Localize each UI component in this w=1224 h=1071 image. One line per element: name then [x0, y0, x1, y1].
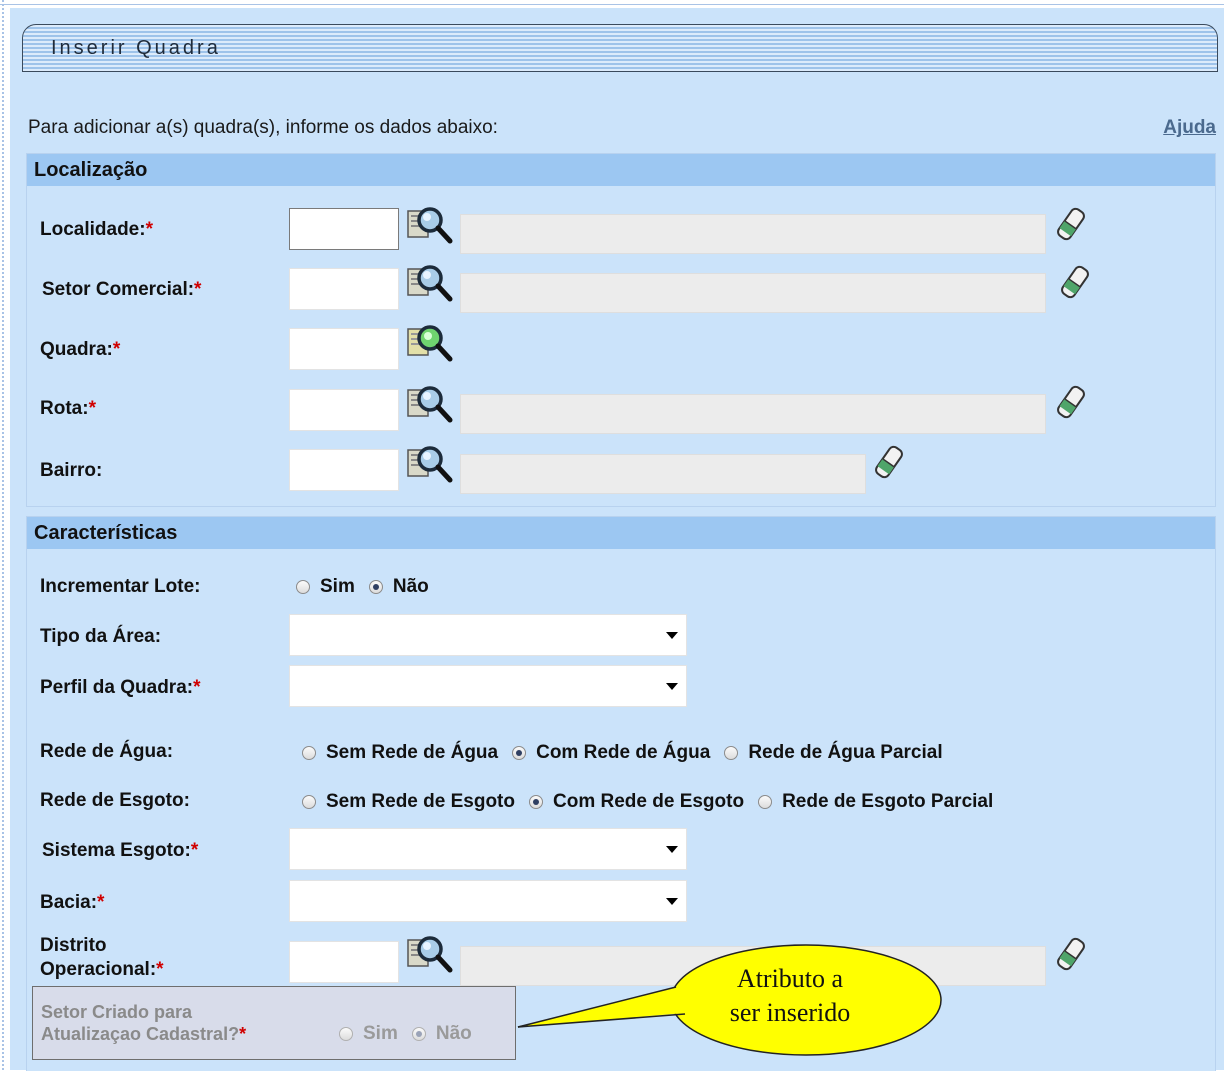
section-header: Características [27, 517, 1215, 549]
chevron-down-icon [666, 898, 678, 905]
radio-label: Rede de Água Parcial [748, 742, 943, 763]
incrementar-lote-radio-group: Sim Não [296, 576, 443, 598]
setor-comercial-input[interactable] [289, 268, 399, 310]
incrementar-lote-sim-radio[interactable] [296, 580, 310, 594]
incrementar-lote-label: Incrementar Lote: [40, 576, 201, 597]
sistema-esgoto-label: Sistema Esgoto:* [42, 840, 199, 861]
distrito-clear-eraser-icon[interactable] [1056, 936, 1086, 972]
rede-esgoto-parcial-radio[interactable] [758, 795, 773, 809]
setor-comercial-clear-eraser-icon[interactable] [1060, 264, 1090, 300]
chevron-down-icon [666, 846, 678, 853]
radio-label: Sem Rede de Água [326, 742, 499, 763]
radio-label-sim: Sim [363, 1023, 398, 1044]
rede-esgoto-radio-group: Sem Rede de Esgoto Com Rede de Esgoto Re… [302, 791, 1007, 813]
section-header: Localização [27, 154, 1215, 186]
left-dotted-border [2, 0, 10, 1070]
setor-criado-nao-radio[interactable] [411, 1027, 426, 1041]
radio-label: Com Rede de Água [536, 742, 711, 763]
perfil-quadra-label: Perfil da Quadra:* [40, 677, 201, 698]
top-border [0, 4, 1224, 5]
setor-criado-sim-radio[interactable] [339, 1027, 353, 1041]
quadra-label: Quadra:* [40, 339, 121, 360]
distrito-operacional-input[interactable] [289, 941, 399, 983]
rota-description [460, 394, 1046, 434]
chevron-down-icon [666, 683, 678, 690]
rede-agua-label: Rede de Água: [40, 741, 174, 762]
setor-criado-radio-group: Sim Não [339, 1023, 486, 1045]
quadra-input[interactable] [289, 328, 399, 370]
radio-label-nao: Não [435, 1023, 472, 1044]
chevron-down-icon [666, 632, 678, 639]
rede-agua-radio-group: Sem Rede de Água Com Rede de Água Rede d… [302, 742, 957, 764]
localidade-clear-eraser-icon[interactable] [1056, 206, 1086, 242]
tipo-area-label: Tipo da Área: [40, 626, 162, 647]
rota-input[interactable] [289, 389, 399, 431]
bacia-label: Bacia:* [40, 892, 105, 913]
page-title: Inserir Quadra [51, 37, 221, 59]
radio-label-nao: Não [392, 576, 429, 597]
rota-label: Rota:* [40, 398, 96, 419]
localidade-search-icon[interactable] [406, 205, 454, 245]
rede-agua-com-radio[interactable] [512, 746, 527, 760]
window-title-bar: Inserir Quadra [22, 24, 1218, 72]
section-title-caracteristicas: Características [34, 522, 178, 544]
rede-esgoto-sem-radio[interactable] [302, 795, 316, 809]
setor-comercial-search-icon[interactable] [406, 263, 454, 303]
rede-agua-parcial-radio[interactable] [724, 746, 739, 760]
bairro-description [460, 454, 866, 494]
rede-agua-sem-radio[interactable] [302, 746, 316, 760]
rede-esgoto-com-radio[interactable] [529, 795, 543, 809]
radio-label: Rede de Esgoto Parcial [782, 791, 994, 812]
localidade-description [460, 214, 1046, 254]
sistema-esgoto-select[interactable] [289, 828, 687, 870]
incrementar-lote-nao-radio[interactable] [368, 580, 383, 594]
radio-label: Com Rede de Esgoto [553, 791, 745, 812]
bairro-label: Bairro: [40, 460, 103, 481]
tipo-area-select[interactable] [289, 614, 687, 656]
setor-comercial-label: Setor Comercial:* [42, 279, 202, 300]
radio-label-sim: Sim [320, 576, 355, 597]
setor-criado-highlight-box: Setor Criado para Atualizaçao Cadastral?… [32, 986, 516, 1060]
localidade-label: Localidade:* [40, 219, 153, 240]
bairro-clear-eraser-icon[interactable] [874, 444, 904, 480]
setor-criado-label: Setor Criado para Atualizaçao Cadastral?… [41, 1002, 247, 1044]
bairro-input[interactable] [289, 449, 399, 491]
bacia-select[interactable] [289, 880, 687, 922]
bairro-search-icon[interactable] [406, 444, 454, 484]
quadra-search-green-icon[interactable] [406, 323, 454, 363]
setor-comercial-description [460, 273, 1046, 313]
rota-clear-eraser-icon[interactable] [1056, 384, 1086, 420]
section-title-localizacao: Localização [34, 159, 148, 181]
localidade-input[interactable] [289, 208, 399, 250]
intro-text: Para adicionar a(s) quadra(s), informe o… [28, 117, 498, 138]
radio-label: Sem Rede de Esgoto [326, 791, 515, 812]
rota-search-icon[interactable] [406, 384, 454, 424]
distrito-search-icon[interactable] [406, 934, 454, 974]
rede-esgoto-label: Rede de Esgoto: [40, 790, 190, 811]
callout-text: Atributo a ser inserido [729, 964, 851, 1027]
distrito-operacional-label: Distrito Operacional:* [40, 935, 164, 980]
help-link[interactable]: Ajuda [1163, 117, 1216, 139]
perfil-quadra-select[interactable] [289, 665, 687, 707]
